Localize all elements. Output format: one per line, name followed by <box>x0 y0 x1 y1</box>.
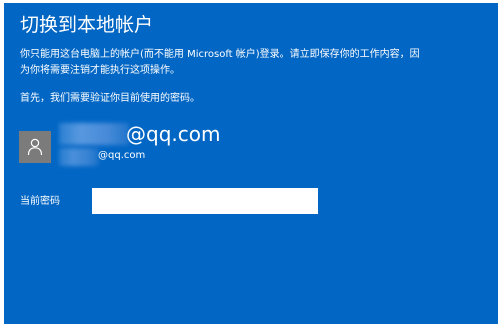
redacted-account-name <box>59 123 129 145</box>
screenshot-frame: 切换到本地帐户 你只能用这台电脑上的帐户(而不能用 Microsoft 帐户)登… <box>0 0 502 324</box>
account-email: @qq.com <box>126 122 221 146</box>
redacted-account-id <box>59 148 99 166</box>
dialog-title: 切换到本地帐户 <box>20 14 154 36</box>
description-line-2: 为你将需要注销才能执行这项操作。 <box>20 65 180 76</box>
switch-local-account-dialog: 切换到本地帐户 你只能用这台电脑上的帐户(而不能用 Microsoft 帐户)登… <box>4 3 498 324</box>
verify-prompt: 首先，我们需要验证你目前使用的密码。 <box>20 93 200 104</box>
avatar <box>19 131 51 163</box>
dialog-description: 你只能用这台电脑上的帐户(而不能用 Microsoft 帐户)登录。请立即保存你… <box>20 47 490 79</box>
current-password-input[interactable] <box>92 188 318 214</box>
account-email-secondary: @qq.com <box>98 150 146 161</box>
description-line-1: 你只能用这台电脑上的帐户(而不能用 Microsoft 帐户)登录。请立即保存你… <box>20 49 420 60</box>
current-password-label: 当前密码 <box>20 196 60 207</box>
user-icon <box>27 138 43 156</box>
